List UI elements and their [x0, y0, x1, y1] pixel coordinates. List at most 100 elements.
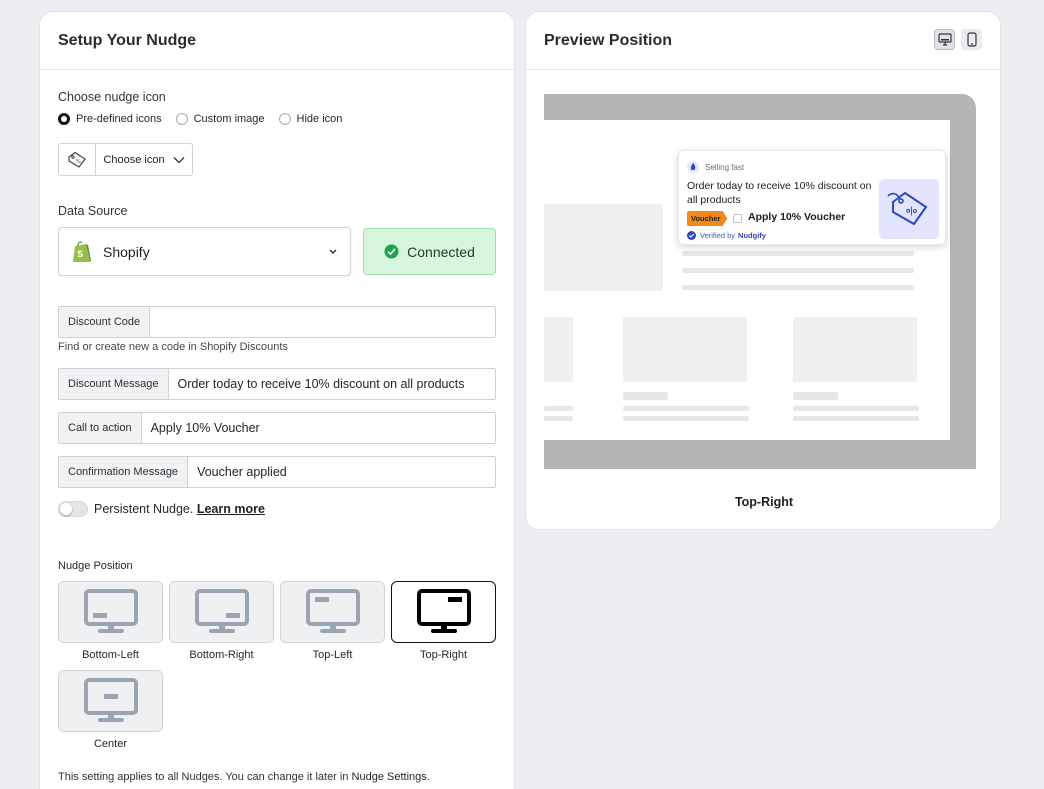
- data-source-select[interactable]: S Shopify: [58, 227, 351, 276]
- preview-header: Preview Position: [526, 12, 1000, 70]
- nudge-icon-label: Choose nudge icon: [58, 90, 166, 104]
- shopify-icon: S: [73, 240, 91, 262]
- monitor-top-right-icon: [416, 589, 471, 633]
- nudge-cta-text: Apply 10% Voucher: [748, 211, 846, 223]
- placeholder-line: [682, 251, 914, 256]
- radio-unchecked-icon: [278, 113, 291, 125]
- placeholder-line: [793, 392, 838, 400]
- position-top-left-option[interactable]: [280, 581, 385, 643]
- radio-hide-icon[interactable]: Hide icon: [278, 113, 342, 125]
- mobile-icon: [966, 32, 977, 47]
- position-center-label: Center: [93, 738, 128, 750]
- voucher-tag: Voucher: [687, 211, 728, 226]
- position-top-right-option[interactable]: [391, 581, 496, 643]
- setup-header: Setup Your Nudge: [40, 12, 514, 70]
- discount-code-input[interactable]: [150, 307, 495, 337]
- confirmation-message-label: Confirmation Message: [59, 457, 189, 487]
- preview-position-label: Top-Right: [734, 495, 794, 509]
- monitor-top-left-icon: [305, 589, 360, 633]
- nudge-position-label: Nudge Position: [58, 560, 133, 572]
- nudge-badge-text: Selling fast: [705, 162, 745, 172]
- placeholder-line: [793, 416, 919, 421]
- radio-checked-icon: [58, 113, 70, 125]
- flame-icon: [687, 161, 699, 173]
- setup-title: Setup Your Nudge: [58, 31, 197, 49]
- placeholder-block: [623, 317, 747, 382]
- confirmation-message-field: Confirmation Message Voucher applied: [58, 456, 496, 488]
- desktop-icon: [937, 33, 952, 46]
- position-top-right-label: Top-Right: [419, 649, 468, 661]
- placeholder-line: [623, 416, 749, 421]
- persistent-nudge-label: Persistent Nudge.: [94, 502, 194, 516]
- toggle-knob: [60, 503, 72, 515]
- position-bottom-right-label: Bottom-Right: [189, 649, 254, 661]
- radio-custom-image[interactable]: Custom image: [175, 113, 265, 125]
- radio-unchecked-icon: [175, 113, 188, 125]
- nudge-settings-link[interactable]: Nudge Settings.: [352, 771, 430, 783]
- persistent-nudge-toggle[interactable]: [58, 501, 88, 517]
- settings-footnote: This setting applies to all Nudges. You …: [58, 771, 430, 783]
- nudge-message: Order today to receive 10% discount on a…: [687, 180, 872, 206]
- check-circle-icon: [384, 244, 399, 259]
- connected-status-text: Connected: [407, 243, 475, 260]
- discount-code-field: Discount Code: [58, 306, 496, 338]
- placeholder-line: [544, 416, 573, 421]
- learn-more-link[interactable]: Learn more: [197, 502, 265, 516]
- placeholder-line: [623, 406, 749, 411]
- icon-type-radio-group: Pre-defined icons Custom image Hide icon: [58, 113, 356, 125]
- confirmation-message-input[interactable]: Voucher applied: [188, 457, 495, 487]
- chevron-down-icon: [173, 156, 185, 163]
- data-source-label: Data Source: [58, 204, 128, 218]
- apply-voucher-checkbox: [733, 214, 742, 223]
- cta-label: Call to action: [59, 413, 142, 443]
- svg-text:%: %: [76, 159, 81, 165]
- discount-message-field: Discount Message Order today to receive …: [58, 368, 496, 400]
- preview-title: Preview Position: [544, 31, 673, 49]
- placeholder-line: [682, 285, 914, 290]
- placeholder-block: [793, 317, 917, 382]
- verified-check-icon: [687, 231, 696, 240]
- placeholder-block: [544, 204, 663, 291]
- position-bottom-left-label: Bottom-Left: [82, 649, 139, 661]
- position-top-left-label: Top-Left: [312, 649, 353, 661]
- setup-card: Setup Your Nudge Choose nudge icon Pre-d…: [39, 11, 515, 789]
- desktop-view-button[interactable]: [934, 29, 955, 50]
- verified-by-nudgify: Verified by Nudgify: [687, 231, 766, 240]
- footnote-text: This setting applies to all Nudges. You …: [58, 771, 349, 783]
- placeholder-line: [623, 392, 668, 400]
- placeholder-block: [544, 317, 573, 382]
- discount-message-input[interactable]: Order today to receive 10% discount on a…: [169, 369, 496, 399]
- radio-label: Pre-defined icons: [76, 113, 162, 125]
- cta-input[interactable]: Apply 10% Voucher: [142, 413, 495, 443]
- position-bottom-left-option[interactable]: [58, 581, 163, 643]
- verified-prefix: Verified by: [700, 231, 736, 240]
- placeholder-line: [793, 406, 919, 411]
- data-source-value: Shopify: [103, 243, 150, 260]
- discount-message-label: Discount Message: [59, 369, 169, 399]
- monitor-center-icon: [83, 678, 138, 722]
- verified-brand: Nudgify: [738, 231, 766, 240]
- monitor-bottom-left-icon: [83, 589, 138, 633]
- mobile-view-button[interactable]: [961, 29, 982, 50]
- choose-icon-label: Choose icon: [103, 153, 165, 166]
- position-bottom-right-option[interactable]: [169, 581, 274, 643]
- icon-picker[interactable]: % Choose icon: [58, 143, 193, 176]
- placeholder-line: [682, 268, 914, 273]
- svg-text:%: %: [905, 205, 919, 220]
- placeholder-line: [544, 406, 573, 411]
- nudge-preview-popup: Selling fast Order today to receive 10% …: [678, 150, 946, 245]
- cta-field: Call to action Apply 10% Voucher: [58, 412, 496, 444]
- persistent-nudge-text: Persistent Nudge. Learn more: [94, 502, 265, 516]
- preview-card: Preview Position Selling fast Order toda…: [525, 11, 1001, 530]
- preview-canvas: Selling fast Order today to receive 10% …: [544, 94, 976, 469]
- position-center-option[interactable]: [58, 670, 163, 732]
- nudge-badge: Selling fast: [687, 161, 744, 173]
- tag-icon: %: [59, 144, 96, 175]
- discount-tag-icon: %: [879, 179, 939, 239]
- svg-text:S: S: [77, 250, 83, 260]
- choose-icon-dropdown[interactable]: Choose icon: [96, 144, 192, 175]
- preview-page-mock: Selling fast Order today to receive 10% …: [544, 120, 950, 440]
- radio-predefined-icons[interactable]: Pre-defined icons: [58, 113, 162, 125]
- discount-code-label: Discount Code: [59, 307, 151, 337]
- monitor-bottom-right-icon: [194, 589, 249, 633]
